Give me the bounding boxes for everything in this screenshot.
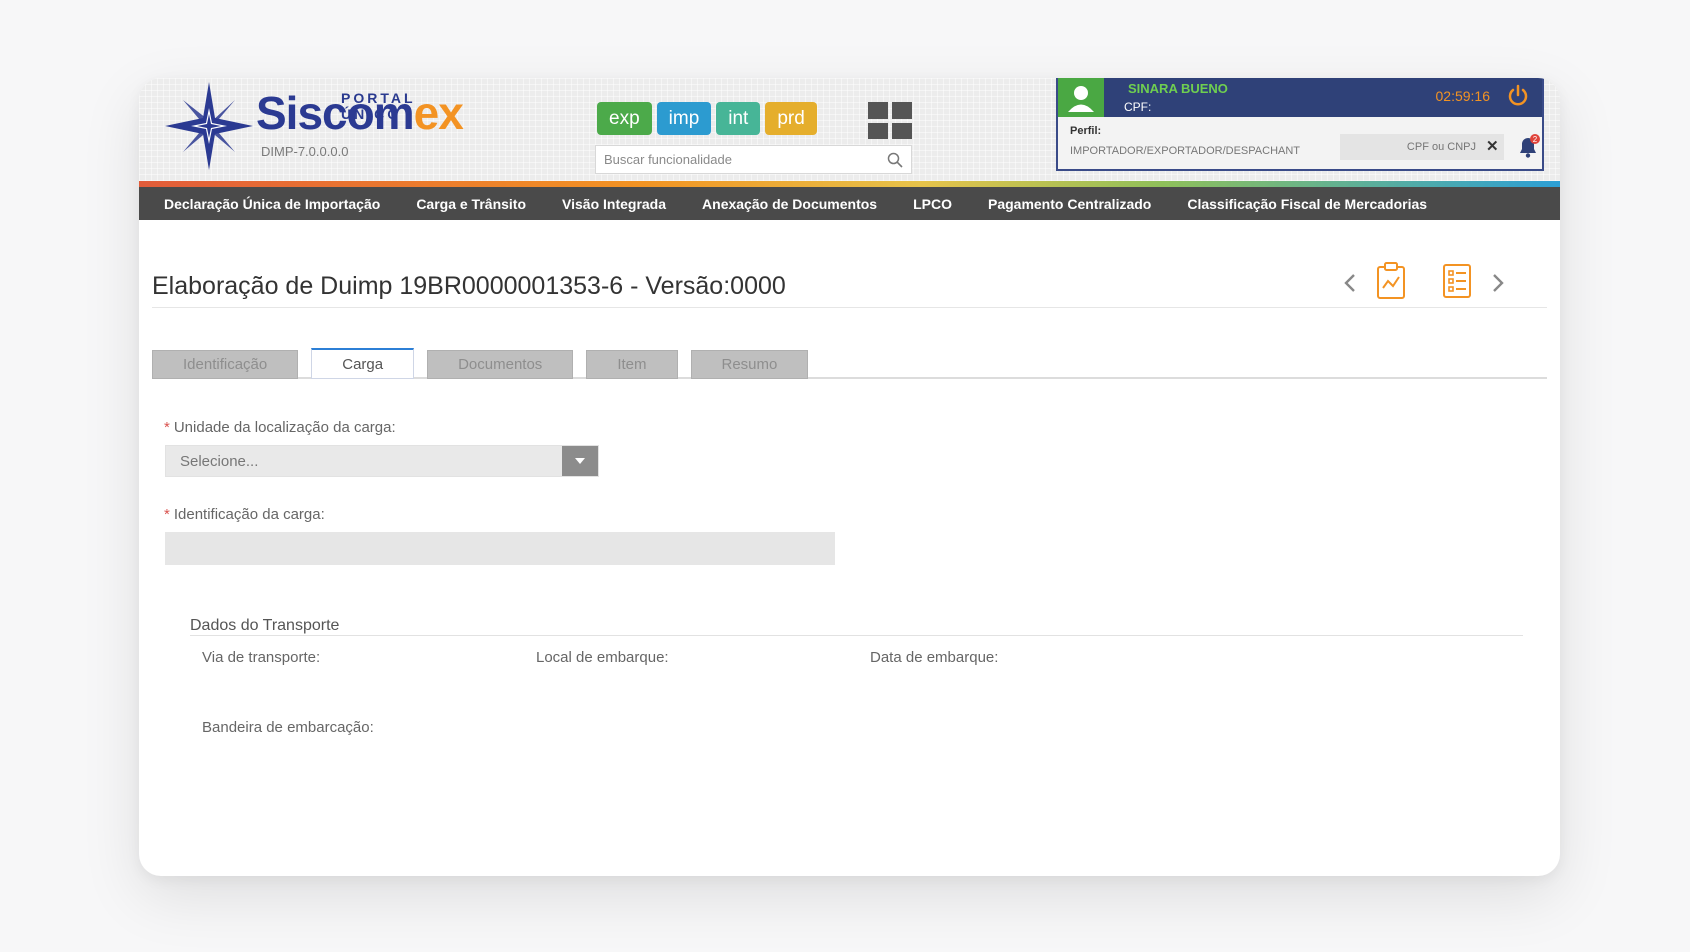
tab-bar: Identificação Carga Documentos Item Resu… [152, 348, 809, 379]
notification-count: 2 [1533, 135, 1538, 144]
logo-name-accent: ex [413, 87, 464, 139]
required-mark: * [164, 506, 170, 523]
chevron-left-icon[interactable] [1341, 272, 1359, 294]
nav-item-lpco[interactable]: LPCO [913, 196, 952, 212]
main-nav: Declaração Única de Importação Carga e T… [139, 187, 1560, 220]
module-prd-button[interactable]: prd [765, 102, 817, 135]
module-switcher: exp imp int prd [597, 102, 817, 135]
cpf-cnpj-input[interactable] [1340, 134, 1504, 160]
nav-item-visao-integrada[interactable]: Visão Integrada [562, 196, 666, 212]
chevron-right-icon[interactable] [1489, 272, 1507, 294]
page-title: Elaboração de Duimp 19BR0000001353-6 - V… [152, 272, 786, 300]
checklist-icon[interactable] [1441, 262, 1473, 300]
transport-section-title: Dados do Transporte [190, 617, 340, 634]
unidade-field-label: * Unidade da localização da carga: [164, 419, 396, 436]
apps-grid-icon[interactable] [868, 102, 912, 139]
app-window: PORTAL ÚNICO Siscomex DIMP-7.0.0.0.0 exp… [139, 78, 1560, 876]
tab-carga[interactable]: Carga [311, 348, 415, 379]
tab-documentos[interactable]: Documentos [427, 350, 574, 379]
clipboard-chart-icon[interactable] [1375, 260, 1407, 300]
title-divider [152, 307, 1547, 308]
user-bar: SINARA BUENO CPF: 02:59:16 [1058, 78, 1542, 117]
transport-section-divider [190, 635, 1523, 636]
dropdown-arrow-icon[interactable] [562, 446, 598, 476]
bandeira-embarcacao-label: Bandeira de embarcação: [202, 719, 374, 736]
search-icon[interactable] [887, 152, 903, 168]
clear-icon[interactable]: ✕ [1486, 137, 1499, 155]
perfil-value: IMPORTADOR/EXPORTADOR/DESPACHANT [1070, 145, 1301, 157]
unidade-select-value: Selecione... [180, 453, 259, 470]
module-int-button[interactable]: int [716, 102, 761, 135]
nav-item-duimp[interactable]: Declaração Única de Importação [164, 196, 380, 212]
data-embarque-label: Data de embarque: [870, 649, 999, 666]
unidade-label-text: Unidade da localização da carga: [173, 419, 396, 436]
module-exp-button[interactable]: exp [597, 102, 652, 135]
user-avatar-icon [1058, 78, 1104, 117]
tab-item[interactable]: Item [586, 350, 678, 379]
header: PORTAL ÚNICO Siscomex DIMP-7.0.0.0.0 exp… [139, 78, 1560, 187]
logo-name-main: Siscom [256, 87, 415, 139]
identificacao-label-text: Identificação da carga: [173, 506, 325, 523]
user-cpf-label: CPF: [1124, 100, 1152, 114]
user-name: SINARA BUENO [1128, 81, 1228, 96]
perfil-label: Perfil: [1070, 125, 1102, 137]
nav-item-carga-transito[interactable]: Carga e Trânsito [416, 196, 526, 212]
search-input[interactable] [604, 152, 887, 167]
tab-resumo[interactable]: Resumo [690, 350, 809, 379]
nav-item-classificacao[interactable]: Classificação Fiscal de Mercadorias [1187, 196, 1427, 212]
required-mark: * [164, 419, 170, 436]
tab-identificacao[interactable]: Identificação [152, 350, 299, 379]
local-embarque-label: Local de embarque: [536, 649, 669, 666]
via-transporte-label: Via de transporte: [202, 649, 321, 666]
bell-icon[interactable]: 2 [1515, 133, 1541, 159]
module-imp-button[interactable]: imp [656, 102, 712, 135]
star-logo-icon [165, 82, 253, 170]
user-panel: SINARA BUENO CPF: 02:59:16 Perfil: IMPOR… [1056, 78, 1544, 171]
page-actions [1341, 260, 1541, 304]
session-timer: 02:59:16 [1435, 88, 1491, 104]
unidade-select[interactable]: Selecione... [165, 445, 599, 477]
nav-item-pagamento[interactable]: Pagamento Centralizado [988, 196, 1151, 212]
identificacao-field-label: * Identificação da carga: [164, 506, 325, 523]
identificacao-input[interactable] [165, 532, 835, 565]
power-icon[interactable] [1506, 84, 1530, 108]
version-label: DIMP-7.0.0.0.0 [261, 144, 349, 159]
siscomex-logo[interactable]: PORTAL ÚNICO Siscomex DIMP-7.0.0.0.0 [161, 78, 464, 178]
logo-name: Siscomex [256, 87, 464, 139]
nav-item-anexacao[interactable]: Anexação de Documentos [702, 196, 877, 212]
search-box [595, 145, 912, 174]
